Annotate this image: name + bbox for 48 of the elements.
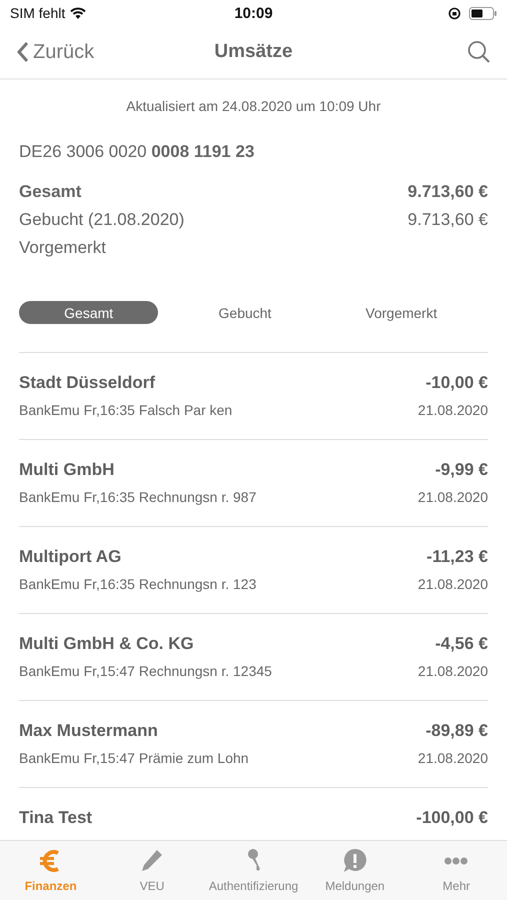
balance-label: Gebucht (21.08.2020) bbox=[19, 210, 184, 230]
tab-bar-item[interactable]: Finanzen bbox=[0, 841, 102, 900]
rotation-lock-icon bbox=[448, 6, 461, 20]
transaction-amount: -4,56 € bbox=[435, 634, 488, 654]
transaction-date: 21.08.2020 bbox=[418, 489, 488, 505]
account-number: DE26 3006 0020 0008 1191 23 bbox=[19, 142, 256, 162]
filter-tab[interactable]: Gebucht bbox=[175, 301, 315, 324]
transaction-name: Stadt Düsseldorf bbox=[19, 373, 156, 393]
filter-tab[interactable]: Gesamt bbox=[19, 301, 158, 324]
transaction-detail: BankEmu Fr,16:35 Rechnungsn r. 123 bbox=[19, 576, 256, 592]
tab-bar-item[interactable]: Authentifizierung bbox=[202, 841, 304, 900]
more-icon bbox=[444, 857, 468, 865]
updated-text: Aktualisiert am 24.08.2020 um 10:09 Uhr bbox=[125, 98, 382, 114]
transaction-name: Multi GmbH bbox=[19, 460, 114, 480]
transaction-detail: BankEmu Fr,16:35 Falsch Par ken bbox=[19, 402, 232, 418]
tab-bar-item[interactable]: Meldungen bbox=[304, 841, 406, 900]
transaction-amount: -100,00 € bbox=[416, 808, 488, 828]
transaction-date: 21.08.2020 bbox=[418, 576, 488, 592]
transaction-name: Multiport AG bbox=[19, 547, 122, 567]
status-time: 10:09 bbox=[234, 4, 273, 22]
transaction-name: Max Mustermann bbox=[19, 721, 158, 741]
screen-title: Umsätze bbox=[214, 41, 293, 63]
balance-label: Gesamt bbox=[19, 182, 82, 202]
transaction-date: 21.08.2020 bbox=[418, 663, 488, 679]
tab-bar-item[interactable]: Mehr bbox=[406, 841, 507, 900]
filter-tab[interactable]: Vorgemerkt bbox=[332, 301, 471, 324]
carrier-label: SIM fehlt bbox=[10, 5, 66, 21]
transaction-amount: -89,89 € bbox=[426, 721, 488, 741]
transaction-detail: BankEmu Fr,16:35 Rechnungsn r. 987 bbox=[19, 489, 256, 505]
search-icon bbox=[467, 40, 491, 64]
balance-label: Vorgemerkt bbox=[19, 238, 106, 258]
transaction-name: Multi GmbH & Co. KG bbox=[19, 634, 194, 654]
back-button[interactable]: Zurück bbox=[16, 40, 94, 64]
balance-amount: 9.713,60 € bbox=[408, 210, 488, 230]
tab-bar-item[interactable]: VEU bbox=[101, 841, 203, 900]
search-button[interactable] bbox=[467, 40, 491, 64]
transaction-amount: -11,23 € bbox=[426, 547, 488, 567]
transaction-detail: BankEmu Fr,15:47 Rechnungsn r. 12345 bbox=[19, 663, 272, 679]
transaction-detail: BankEmu Fr,15:47 Prämie zum Lohn bbox=[19, 750, 249, 766]
transaction-amount: -9,99 € bbox=[435, 460, 488, 480]
battery-icon bbox=[469, 6, 497, 20]
wifi-icon bbox=[70, 7, 86, 19]
balance-amount: 9.713,60 € bbox=[408, 182, 488, 202]
transaction-name: Tina Test bbox=[19, 808, 92, 828]
chevron-left-icon bbox=[16, 41, 29, 63]
transaction-date: 21.08.2020 bbox=[418, 750, 488, 766]
transaction-date: 21.08.2020 bbox=[418, 402, 488, 418]
transaction-amount: -10,00 € bbox=[426, 373, 488, 393]
